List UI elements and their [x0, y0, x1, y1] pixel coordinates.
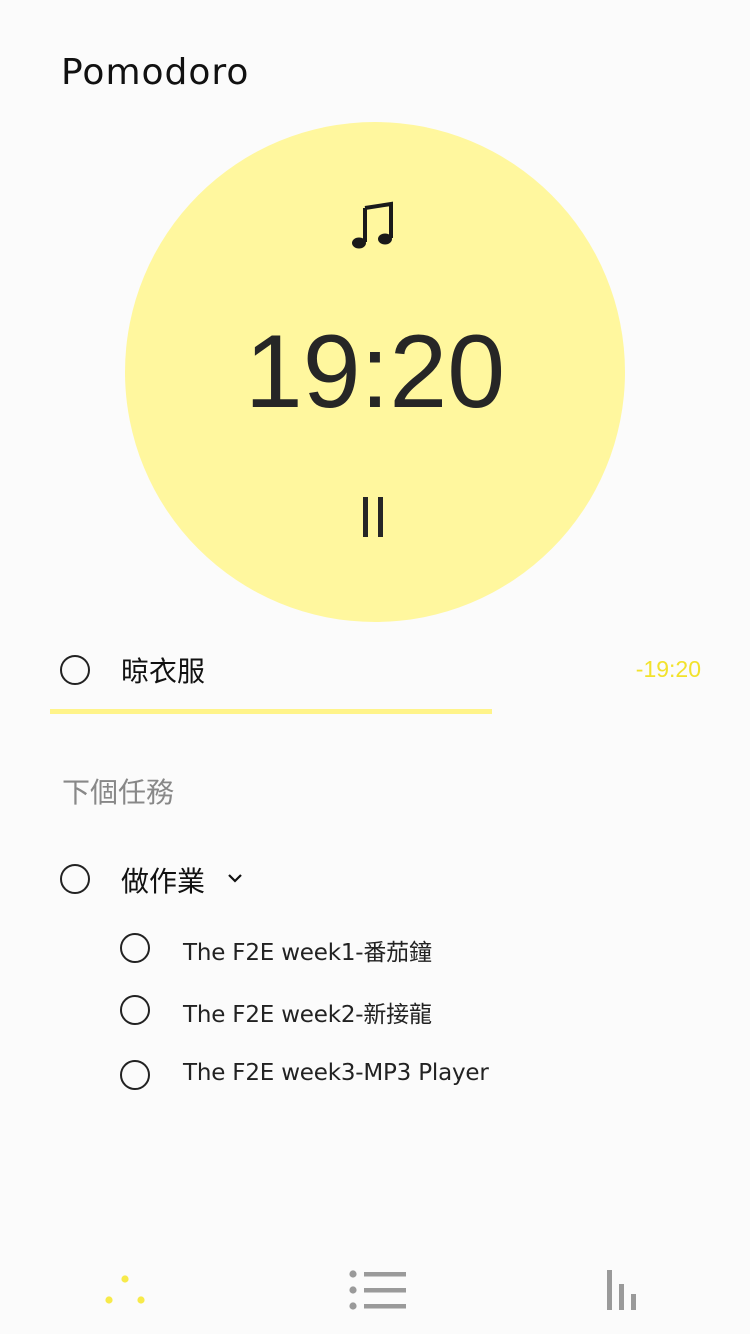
- subtask-label: The F2E week1-番茄鐘: [183, 940, 432, 966]
- nav-list-tab[interactable]: [340, 1250, 420, 1334]
- next-task-label: 做作業: [121, 865, 206, 898]
- current-task: 晾衣服 -19:20: [0, 640, 750, 700]
- timer-display: 19:20: [244, 314, 506, 430]
- next-task-section-title: 下個任務: [62, 776, 175, 809]
- nav-timer-tab[interactable]: [95, 1250, 155, 1334]
- subtask-item: The F2E week3-MP3 Player: [0, 1060, 750, 1110]
- next-task: 做作業: [0, 850, 750, 910]
- next-task-checkbox[interactable]: [60, 864, 90, 894]
- subtask-label: The F2E week2-新接龍: [183, 1002, 432, 1028]
- bottom-nav: [0, 1250, 750, 1334]
- current-task-checkbox[interactable]: [60, 655, 90, 685]
- current-task-progress-fill: [50, 709, 492, 714]
- subtask-checkbox[interactable]: [120, 1060, 150, 1090]
- subtask-item: The F2E week2-新接龍: [0, 995, 750, 1045]
- bar-chart-icon: [607, 1270, 636, 1310]
- nav-stats-tab[interactable]: [595, 1250, 655, 1334]
- current-task-remaining: -19:20: [635, 656, 701, 682]
- timer-circle: 19:20: [125, 122, 625, 622]
- subtask-item: The F2E week1-番茄鐘: [0, 933, 750, 983]
- subtask-checkbox[interactable]: [120, 933, 150, 963]
- timer-dots-icon: [105, 1275, 145, 1304]
- subtask-label: The F2E week3-MP3 Player: [183, 1060, 489, 1086]
- pause-icon-bar-right: [378, 497, 383, 537]
- music-note-icon[interactable]: [351, 200, 399, 252]
- pause-button[interactable]: [357, 497, 393, 541]
- subtask-checkbox[interactable]: [120, 995, 150, 1025]
- current-task-label: 晾衣服: [121, 655, 206, 688]
- app-title: Pomodoro: [61, 52, 250, 93]
- current-task-progress: [50, 709, 700, 714]
- list-icon: [349, 1270, 406, 1310]
- chevron-down-icon[interactable]: [226, 872, 244, 884]
- pause-icon-bar-left: [363, 497, 368, 537]
